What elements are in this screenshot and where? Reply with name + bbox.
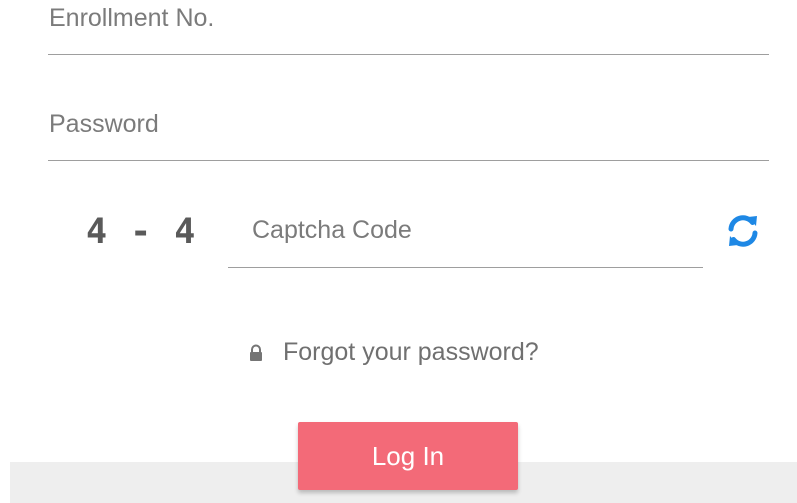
captcha-question: 4 - 4 bbox=[86, 212, 197, 252]
forgot-password-link[interactable]: Forgot your password? bbox=[247, 338, 539, 367]
password-input[interactable] bbox=[48, 106, 769, 161]
refresh-icon bbox=[728, 215, 758, 247]
captcha-input[interactable] bbox=[228, 212, 703, 268]
forgot-password-text: Forgot your password? bbox=[283, 338, 539, 366]
enrollment-input[interactable] bbox=[48, 0, 769, 55]
lock-icon bbox=[250, 344, 262, 361]
login-button[interactable]: Log In bbox=[298, 422, 518, 490]
refresh-captcha-button[interactable] bbox=[724, 212, 762, 250]
